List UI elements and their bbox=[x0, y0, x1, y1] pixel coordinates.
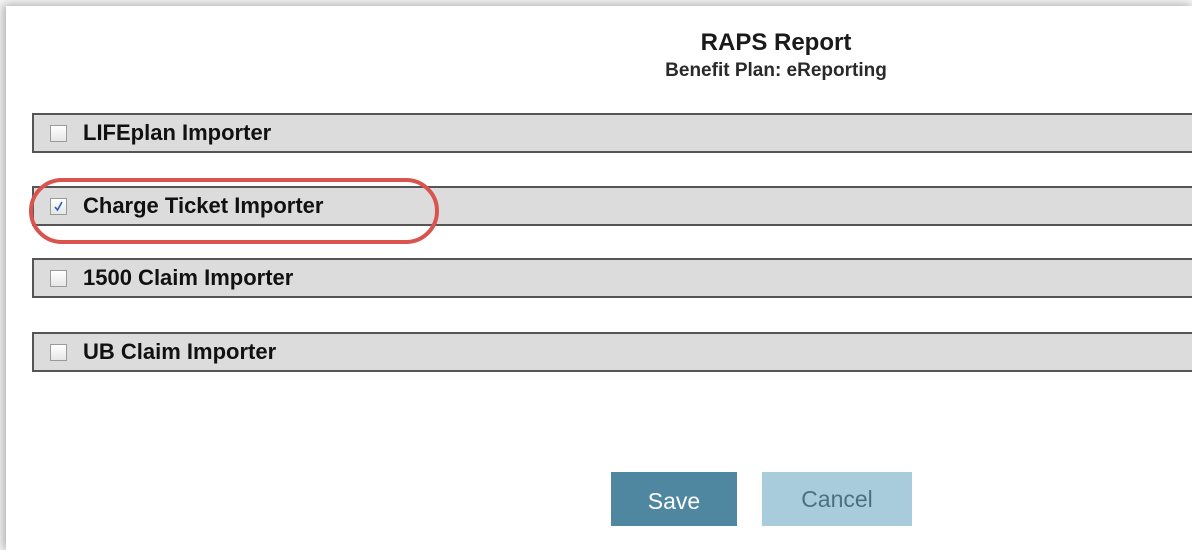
importer-label: Charge Ticket Importer bbox=[83, 193, 324, 218]
importer-row-ub-claim[interactable]: UB Claim Importer bbox=[32, 332, 1192, 372]
checkmark-icon bbox=[54, 201, 63, 211]
report-panel: RAPS Report Benefit Plan: eReporting LIF… bbox=[6, 6, 1192, 550]
checkbox-lifeplan[interactable] bbox=[50, 124, 67, 142]
importer-row-charge-ticket[interactable]: Charge Ticket Importer bbox=[32, 186, 1192, 226]
importer-label: 1500 Claim Importer bbox=[83, 265, 294, 290]
page-title: RAPS Report bbox=[700, 29, 852, 56]
report-header: RAPS Report Benefit Plan: eReporting bbox=[546, 28, 1006, 84]
page-subtitle: Benefit Plan: eReporting bbox=[665, 60, 887, 81]
checkbox-charge-ticket[interactable] bbox=[50, 197, 67, 215]
save-button[interactable]: Save bbox=[611, 472, 737, 526]
importer-row-1500-claim[interactable]: 1500 Claim Importer bbox=[32, 258, 1192, 298]
checkbox-1500-claim[interactable] bbox=[50, 269, 67, 287]
importer-row-lifeplan[interactable]: LIFEplan Importer bbox=[32, 113, 1192, 153]
importer-label: LIFEplan Importer bbox=[83, 120, 272, 145]
importer-label: UB Claim Importer bbox=[83, 339, 277, 364]
checkbox-ub-claim[interactable] bbox=[50, 343, 67, 361]
cancel-button[interactable]: Cancel bbox=[762, 472, 912, 526]
